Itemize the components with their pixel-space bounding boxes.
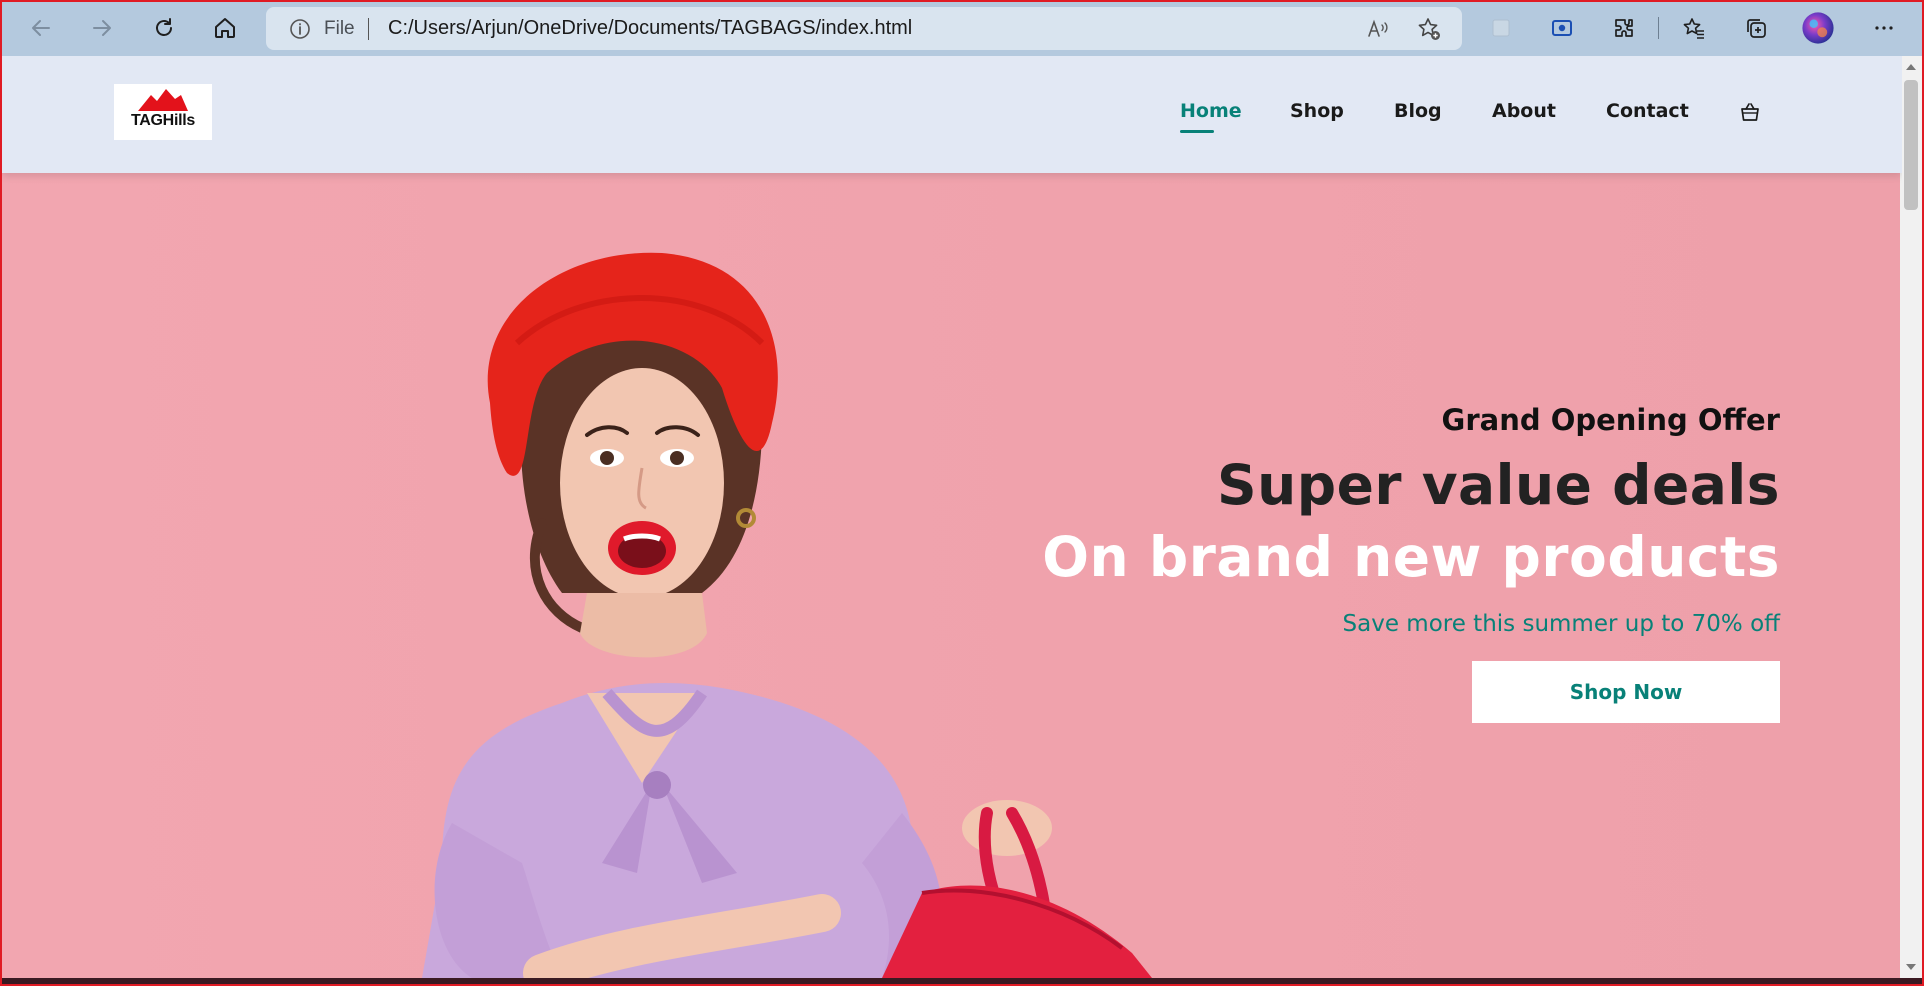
refresh-icon [156,18,172,36]
collections-button[interactable] [1738,10,1774,46]
main-nav: Home Shop Blog About Contact [2,100,1902,133]
nav-item-label: Contact [1606,100,1689,122]
url-text[interactable]: C:/Users/Arjun/OneDrive/Documents/TAGBAG… [388,17,912,40]
profile-button[interactable] [1800,10,1836,46]
forward-button[interactable] [84,10,120,46]
nav-item-shop[interactable]: Shop [1290,100,1344,122]
taskbar-edge [0,978,1924,986]
headline-secondary: On brand new products [1042,525,1780,589]
extensions-icon [1615,19,1633,37]
active-underline [1180,130,1214,133]
extension-slot-button[interactable] [1483,10,1519,46]
address-divider [368,18,369,40]
site-header: TAGHills Home Shop Blog About Contact [2,56,1902,173]
promo-subtext: Save more this summer up to 70% off [1342,611,1780,637]
scroll-down-arrow-icon[interactable] [1906,964,1916,970]
browser-toolbar: File C:/Users/Arjun/OneDrive/Documents/T… [0,0,1924,56]
add-favorite-icon[interactable] [1416,16,1442,42]
home-icon [215,18,235,38]
hero-text-block: Grand Opening Offer Super value deals On… [1042,403,1780,723]
extension-slot-icon [1492,19,1510,37]
favorites-icon [1683,18,1704,39]
screen-capture-button[interactable] [1544,10,1580,46]
back-button[interactable] [23,10,59,46]
address-bar[interactable]: File C:/Users/Arjun/OneDrive/Documents/T… [266,7,1462,50]
more-options-icon [1875,26,1893,30]
nav-item-contact[interactable]: Contact [1606,100,1689,122]
home-button[interactable] [207,10,243,46]
headline-primary: Super value deals [1216,453,1780,517]
scroll-up-arrow-icon[interactable] [1906,64,1916,70]
hero-section: Grand Opening Offer Super value deals On… [2,173,1902,978]
scrollbar-thumb[interactable] [1904,80,1918,210]
page-viewport: TAGHills Home Shop Blog About Contact Gr… [2,56,1902,978]
offer-heading: Grand Opening Offer [1441,403,1780,437]
more-options-button[interactable] [1866,10,1902,46]
shop-now-button[interactable]: Shop Now [1472,661,1780,723]
shopping-bag-icon[interactable] [1738,100,1762,124]
profile-avatar-icon [1802,12,1834,44]
nav-item-label: About [1492,100,1556,122]
scheme-label: File [324,18,355,39]
forward-arrow-icon [93,20,111,36]
favorites-button[interactable] [1676,10,1712,46]
screen-capture-icon [1552,20,1572,36]
back-arrow-icon [32,20,50,36]
info-icon[interactable] [288,17,312,41]
refresh-button[interactable] [146,10,182,46]
toolbar-divider [1658,17,1659,39]
collections-icon [1747,19,1766,38]
nav-item-label: Blog [1394,100,1442,122]
page-scrollbar[interactable] [1900,56,1922,978]
nav-item-blog[interactable]: Blog [1394,100,1442,122]
nav-item-label: Home [1180,100,1242,122]
nav-item-label: Shop [1290,100,1344,122]
nav-item-home[interactable]: Home [1180,100,1242,133]
nav-item-about[interactable]: About [1492,100,1556,122]
extensions-button[interactable] [1606,10,1642,46]
read-aloud-icon[interactable] [1366,16,1392,42]
